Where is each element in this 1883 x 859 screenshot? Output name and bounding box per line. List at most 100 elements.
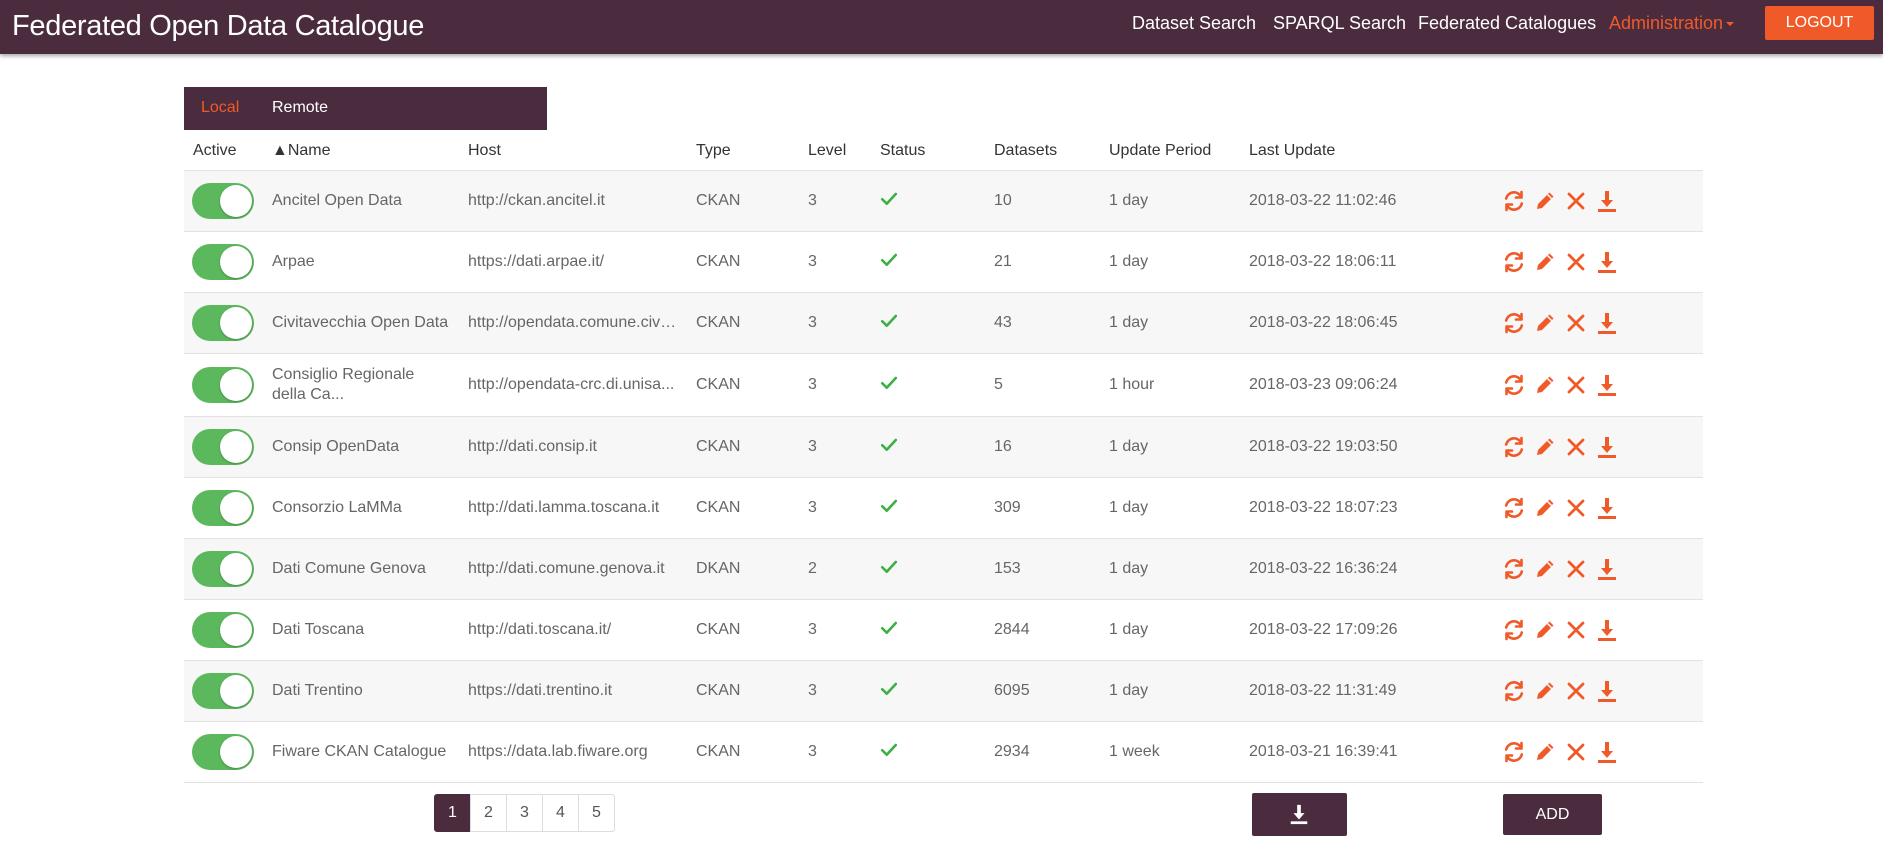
active-toggle[interactable]	[192, 734, 254, 770]
header-status[interactable]: Status	[880, 142, 925, 160]
download-icon[interactable]	[1595, 740, 1619, 764]
download-icon[interactable]	[1595, 557, 1619, 581]
download-icon[interactable]	[1595, 618, 1619, 642]
close-icon[interactable]	[1564, 373, 1588, 397]
refresh-icon[interactable]	[1502, 496, 1526, 520]
catalogue-host: https://data.lab.fiware.org	[468, 743, 648, 760]
pencil-icon[interactable]	[1533, 435, 1557, 459]
page-1-button[interactable]: 1	[434, 794, 471, 832]
header-name[interactable]: ▲Name	[272, 142, 331, 160]
last-update: 2018-03-23 09:06:24	[1249, 376, 1398, 393]
refresh-icon[interactable]	[1502, 679, 1526, 703]
tab-remote[interactable]: Remote	[272, 99, 328, 117]
refresh-icon[interactable]	[1502, 311, 1526, 335]
nav-sparql-search[interactable]: SPARQL Search	[1273, 13, 1406, 34]
header-active[interactable]: Active	[193, 142, 237, 160]
nav-federated-catalogues[interactable]: Federated Catalogues	[1418, 13, 1596, 34]
page-4-button[interactable]: 4	[542, 794, 579, 832]
refresh-icon[interactable]	[1502, 189, 1526, 213]
page-2-button[interactable]: 2	[470, 794, 507, 832]
update-period: 1 hour	[1109, 376, 1155, 393]
catalogue-name: Dati Toscana	[272, 621, 365, 638]
update-period: 1 day	[1109, 192, 1149, 209]
refresh-icon[interactable]	[1502, 740, 1526, 764]
table-row: Ancitel Open Data http://ckan.ancitel.it C…	[184, 171, 1703, 232]
tab-local[interactable]: Local	[201, 99, 239, 117]
logout-button[interactable]: LOGOUT	[1765, 6, 1874, 40]
pencil-icon[interactable]	[1533, 679, 1557, 703]
active-toggle[interactable]	[192, 183, 254, 219]
pencil-icon[interactable]	[1533, 373, 1557, 397]
close-icon[interactable]	[1564, 189, 1588, 213]
nav-administration-dropdown[interactable]: Administration	[1609, 13, 1735, 34]
status-ok	[880, 190, 898, 213]
active-toggle[interactable]	[192, 612, 254, 648]
active-toggle[interactable]	[192, 244, 254, 280]
header-update-period[interactable]: Update Period	[1109, 142, 1211, 160]
header-host[interactable]: Host	[468, 142, 501, 160]
catalogue-name: Fiware CKAN Catalogue	[272, 743, 447, 760]
page-5-button[interactable]: 5	[578, 794, 615, 832]
pencil-icon[interactable]	[1533, 618, 1557, 642]
active-toggle[interactable]	[192, 367, 254, 403]
pencil-icon[interactable]	[1533, 557, 1557, 581]
active-toggle[interactable]	[192, 429, 254, 465]
download-icon[interactable]	[1595, 373, 1619, 397]
catalogue-host: http://ckan.ancitel.it	[468, 192, 605, 209]
page-3-button[interactable]: 3	[506, 794, 543, 832]
active-toggle[interactable]	[192, 305, 254, 341]
nav-dataset-search[interactable]: Dataset Search	[1132, 13, 1256, 34]
update-period: 1 day	[1109, 253, 1149, 270]
export-button[interactable]	[1252, 793, 1347, 836]
update-period: 1 day	[1109, 438, 1149, 455]
refresh-icon[interactable]	[1502, 618, 1526, 642]
close-icon[interactable]	[1564, 679, 1588, 703]
refresh-icon[interactable]	[1502, 373, 1526, 397]
catalogue-type: CKAN	[696, 192, 741, 209]
refresh-icon[interactable]	[1502, 557, 1526, 581]
refresh-icon[interactable]	[1502, 435, 1526, 459]
download-icon[interactable]	[1595, 311, 1619, 335]
active-toggle[interactable]	[192, 551, 254, 587]
close-icon[interactable]	[1564, 496, 1588, 520]
catalogue-level: 3	[808, 499, 817, 516]
catalogue-type: CKAN	[696, 682, 741, 699]
add-button[interactable]: ADD	[1503, 794, 1602, 835]
close-icon[interactable]	[1564, 311, 1588, 335]
header-type[interactable]: Type	[696, 142, 731, 160]
active-toggle[interactable]	[192, 490, 254, 526]
close-icon[interactable]	[1564, 740, 1588, 764]
datasets-count: 2844	[994, 621, 1030, 638]
download-icon[interactable]	[1595, 250, 1619, 274]
download-icon[interactable]	[1595, 435, 1619, 459]
download-icon[interactable]	[1595, 189, 1619, 213]
header-last-update[interactable]: Last Update	[1249, 142, 1335, 160]
app-title[interactable]: Federated Open Data Catalogue	[12, 10, 424, 43]
close-icon[interactable]	[1564, 250, 1588, 274]
header-level[interactable]: Level	[808, 142, 846, 160]
status-ok	[880, 374, 898, 397]
active-toggle[interactable]	[192, 673, 254, 709]
catalogue-name: Consorzio LaMMa	[272, 499, 402, 516]
toggle-knob	[220, 675, 252, 707]
check-icon	[880, 192, 898, 206]
header-datasets[interactable]: Datasets	[994, 142, 1057, 160]
pencil-icon[interactable]	[1533, 189, 1557, 213]
pencil-icon[interactable]	[1533, 740, 1557, 764]
pencil-icon[interactable]	[1533, 496, 1557, 520]
download-icon[interactable]	[1595, 496, 1619, 520]
close-icon[interactable]	[1564, 618, 1588, 642]
catalogue-tabs: Local Remote	[184, 87, 547, 130]
pencil-icon[interactable]	[1533, 250, 1557, 274]
check-icon	[880, 376, 898, 390]
download-icon[interactable]	[1595, 679, 1619, 703]
datasets-count: 21	[994, 253, 1012, 270]
refresh-icon[interactable]	[1502, 250, 1526, 274]
last-update: 2018-03-22 19:03:50	[1249, 438, 1398, 455]
toggle-knob	[220, 492, 252, 524]
pencil-icon[interactable]	[1533, 311, 1557, 335]
catalogue-name: Civitavecchia Open Data	[272, 314, 449, 331]
toggle-knob	[220, 307, 252, 339]
close-icon[interactable]	[1564, 557, 1588, 581]
close-icon[interactable]	[1564, 435, 1588, 459]
